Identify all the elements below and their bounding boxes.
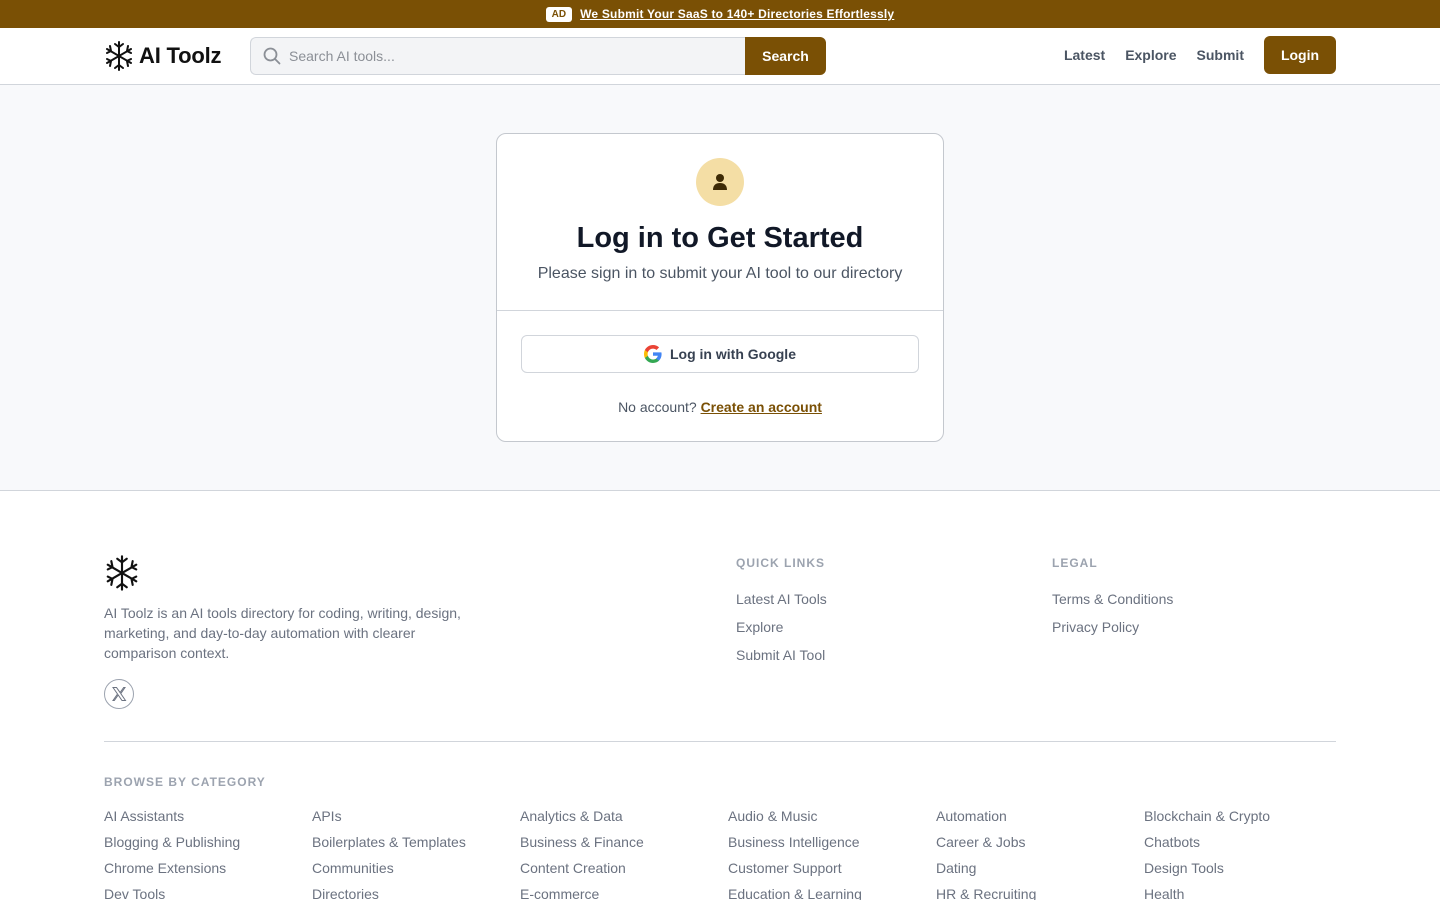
user-icon [713,174,727,190]
google-icon [644,345,662,363]
ad-badge: AD [545,6,573,22]
site-footer: AI Toolz is an AI tools directory for co… [0,491,1440,900]
category-link[interactable]: Customer Support [728,860,936,876]
category-link[interactable]: Dating [936,860,1144,876]
x-social-link[interactable] [104,679,134,709]
category-link[interactable]: Business & Finance [520,834,728,850]
no-account-text: No account? [618,399,697,415]
category-link[interactable]: Directories [312,886,520,900]
category-link[interactable]: Dev Tools [104,886,312,900]
google-login-label: Log in with Google [670,346,796,362]
footer-link-terms[interactable]: Terms & Conditions [1052,591,1173,619]
category-link[interactable]: Health [1144,886,1352,900]
avatar [696,158,744,206]
create-account-link[interactable]: Create an account [701,399,822,415]
snowflake-logo-icon [106,41,132,71]
search-icon [263,47,281,65]
ad-banner[interactable]: AD We Submit Your SaaS to 140+ Directori… [0,0,1440,28]
category-link[interactable]: Boilerplates & Templates [312,834,520,850]
search-field[interactable] [250,37,745,75]
signup-prompt: No account? Create an account [497,399,943,415]
category-link[interactable]: Analytics & Data [520,808,728,824]
category-link[interactable]: Business Intelligence [728,834,936,850]
category-grid: AI Assistants APIs Analytics & Data Audi… [104,808,1352,900]
category-link[interactable]: HR & Recruiting [936,886,1144,900]
category-link[interactable]: APIs [312,808,520,824]
main-content: Log in to Get Started Please sign in to … [0,85,1440,491]
search-input[interactable] [289,48,745,64]
footer-divider [104,741,1336,742]
main-nav: Latest Explore Submit Login [1064,36,1336,74]
footer-link-privacy[interactable]: Privacy Policy [1052,619,1173,647]
quick-links-column: QUICK LINKS Latest AI Tools Explore Subm… [736,556,827,675]
x-twitter-icon [112,687,127,701]
category-link[interactable]: Career & Jobs [936,834,1144,850]
site-header: AI Toolz Search Latest Explore Submit Lo… [0,28,1440,85]
snowflake-logo-icon [106,555,138,591]
category-link[interactable]: Chatbots [1144,834,1352,850]
footer-link-submit[interactable]: Submit AI Tool [736,647,827,675]
ad-link[interactable]: We Submit Your SaaS to 140+ Directories … [580,7,894,21]
footer-description: AI Toolz is an AI tools directory for co… [104,605,461,661]
category-link[interactable]: Chrome Extensions [104,860,312,876]
browse-category-title: BROWSE BY CATEGORY [104,775,266,789]
legal-title: LEGAL [1052,556,1098,570]
nav-latest[interactable]: Latest [1064,47,1105,63]
category-link[interactable]: Blockchain & Crypto [1144,808,1352,824]
footer-link-explore[interactable]: Explore [736,619,827,647]
search-bar: Search [250,37,826,75]
category-link[interactable]: E-commerce [520,886,728,900]
login-button[interactable]: Login [1264,36,1336,74]
category-link[interactable]: Design Tools [1144,860,1352,876]
search-button[interactable]: Search [745,37,826,75]
login-card-header: Log in to Get Started Please sign in to … [497,134,943,311]
nav-submit[interactable]: Submit [1197,47,1244,63]
logo[interactable]: AI Toolz [104,40,222,72]
category-link[interactable]: Automation [936,808,1144,824]
quick-links-title: QUICK LINKS [736,556,825,570]
login-card: Log in to Get Started Please sign in to … [496,133,944,442]
google-login-button[interactable]: Log in with Google [521,335,919,373]
page-subtitle: Please sign in to submit your AI tool to… [537,265,903,282]
category-link[interactable]: AI Assistants [104,808,312,824]
category-link[interactable]: Blogging & Publishing [104,834,312,850]
footer-link-latest[interactable]: Latest AI Tools [736,591,827,619]
page-title: Log in to Get Started [576,222,864,254]
category-link[interactable]: Content Creation [520,860,728,876]
legal-column: LEGAL Terms & Conditions Privacy Policy [1052,556,1173,647]
category-link[interactable]: Communities [312,860,520,876]
category-link[interactable]: Education & Learning [728,886,936,900]
logo-text: AI Toolz [139,43,222,68]
nav-explore[interactable]: Explore [1125,47,1176,63]
category-link[interactable]: Audio & Music [728,808,936,824]
footer-logo[interactable] [104,554,140,597]
